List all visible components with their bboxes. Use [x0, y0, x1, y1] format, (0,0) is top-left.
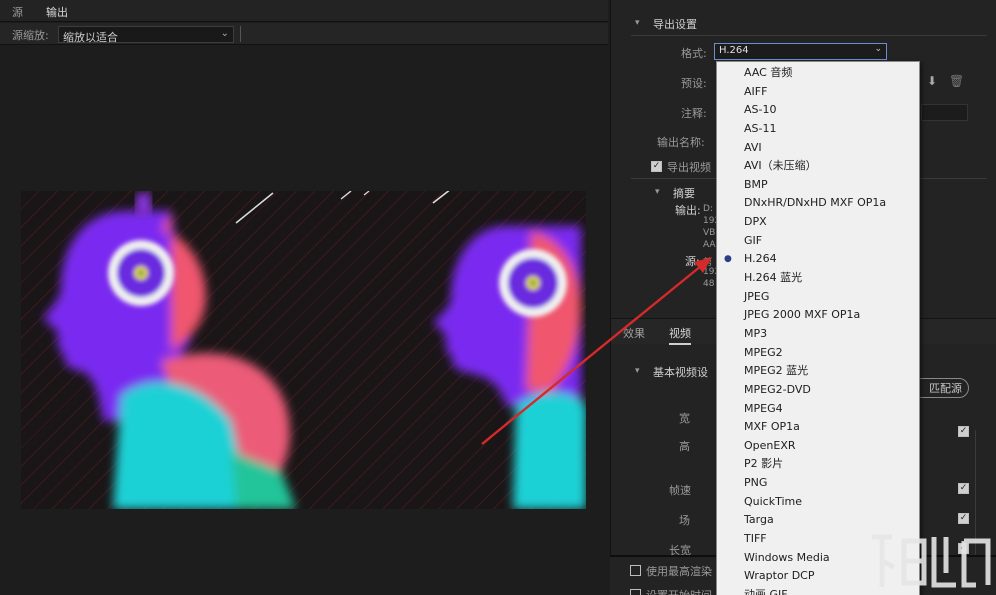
match-field-order-checkbox[interactable]: ✓ — [958, 513, 969, 524]
set-start-time-checkbox[interactable] — [630, 589, 641, 595]
toolbar-divider — [240, 26, 241, 42]
format-option[interactable]: MP3 — [717, 325, 919, 344]
preview-tabs: 源 输出 — [0, 0, 608, 25]
divider — [631, 35, 987, 36]
match-frame-rate-checkbox[interactable]: ✓ — [958, 483, 969, 494]
set-start-time-label: 设置开始时间 — [646, 587, 712, 595]
format-select[interactable]: H.264 ⌄ — [714, 43, 887, 60]
format-option[interactable]: AAC 音频 — [717, 64, 919, 83]
format-option[interactable]: H.264 蓝光 — [717, 269, 919, 288]
import-preset-icon[interactable]: ⬇ — [927, 74, 937, 88]
frame-rate-label: 帧速 — [669, 484, 691, 497]
source-scale-label: 源缩放: — [12, 29, 49, 42]
format-option[interactable]: BMP — [717, 176, 919, 195]
format-option[interactable]: MPEG4 — [717, 400, 919, 419]
max-render-quality-checkbox[interactable] — [630, 565, 641, 576]
tab-output[interactable]: 输出 — [44, 4, 70, 25]
output-name-label: 输出名称: — [657, 136, 705, 149]
comment-field[interactable] — [921, 104, 968, 121]
video-preview — [21, 191, 586, 509]
tab-source[interactable]: 源 — [12, 4, 23, 20]
format-value: H.264 — [719, 45, 749, 56]
summary-output-line: AA — [703, 240, 716, 250]
format-option[interactable]: MPEG2-DVD — [717, 381, 919, 400]
preview-toolbar: 源缩放: 缩放以适合 ⌄ — [0, 23, 608, 45]
format-option[interactable]: DPX — [717, 213, 919, 232]
format-option[interactable]: MPEG2 蓝光 — [717, 362, 919, 381]
chevron-down-icon: ⌄ — [220, 28, 229, 39]
basic-video-settings-title: 基本视频设 — [653, 366, 708, 379]
preset-label: 预设: — [681, 77, 707, 90]
comment-label: 注释: — [681, 107, 707, 120]
format-option[interactable]: GIF — [717, 232, 919, 251]
format-option[interactable]: AS-11 — [717, 120, 919, 139]
format-option[interactable]: P2 影片 — [717, 455, 919, 474]
summary-output-line: D: — [703, 204, 713, 214]
tab-video[interactable]: 视频 — [669, 325, 691, 345]
format-option[interactable]: AIFF — [717, 83, 919, 102]
format-option[interactable]: MPEG2 — [717, 344, 919, 363]
export-preview-panel: 源 输出 源缩放: 缩放以适合 ⌄ — [0, 0, 608, 595]
format-option[interactable]: H.264 — [717, 250, 919, 269]
source-scale-select[interactable]: 缩放以适合 ⌄ — [58, 26, 234, 44]
format-option[interactable]: AVI — [717, 139, 919, 158]
tab-effects[interactable]: 效果 — [623, 325, 645, 341]
max-render-quality-label: 使用最高渲染 — [646, 565, 712, 578]
chevron-down-icon: ⌄ — [874, 44, 882, 54]
format-label: 格式: — [681, 47, 707, 60]
format-option[interactable]: JPEG 2000 MXF OP1a — [717, 306, 919, 325]
format-option[interactable]: AS-10 — [717, 101, 919, 120]
summary-output-label: 输出: — [675, 204, 701, 217]
watermark-logo — [872, 534, 991, 588]
format-option[interactable]: OpenEXR — [717, 437, 919, 456]
format-dropdown-menu: AAC 音频 AIFF AS-10 AS-11 AVI AVI（未压缩） BMP DNxHR/… — [716, 61, 920, 595]
source-scale-value: 缩放以适合 — [63, 31, 118, 44]
format-options-list: AAC 音频 AIFF AS-10 AS-11 AVI AVI（未压缩） BMP DNxHR/… — [717, 64, 919, 595]
format-option[interactable]: JPEG — [717, 288, 919, 307]
field-order-label: 场 — [679, 514, 690, 527]
export-video-label: 导出视频 — [667, 161, 711, 174]
match-width-checkbox[interactable]: ✓ — [958, 426, 969, 437]
preview-artwork — [43, 191, 586, 509]
delete-preset-icon[interactable]: 🗑 — [949, 74, 964, 88]
width-label: 宽 — [679, 412, 690, 425]
summary-output-line: VB — [703, 228, 716, 238]
format-option[interactable]: MXF OP1a — [717, 418, 919, 437]
export-video-checkbox[interactable]: ✓ — [651, 161, 662, 172]
format-option[interactable]: QuickTime — [717, 493, 919, 512]
format-option[interactable]: PNG — [717, 474, 919, 493]
format-option[interactable]: AVI（未压缩） — [717, 157, 919, 176]
summary-source-line: 48 — [703, 279, 715, 289]
collapse-triangle-icon[interactable]: ▾ — [635, 366, 640, 376]
summary-source-label: 源: — [685, 255, 700, 268]
format-option[interactable]: DNxHR/DNxHD MXF OP1a — [717, 194, 919, 213]
export-settings-title: 导出设置 — [653, 18, 697, 31]
summary-title: 摘要 — [673, 187, 695, 200]
height-label: 高 — [679, 440, 690, 453]
collapse-triangle-icon[interactable]: ▾ — [655, 187, 660, 197]
collapse-triangle-icon[interactable]: ▾ — [635, 18, 640, 28]
